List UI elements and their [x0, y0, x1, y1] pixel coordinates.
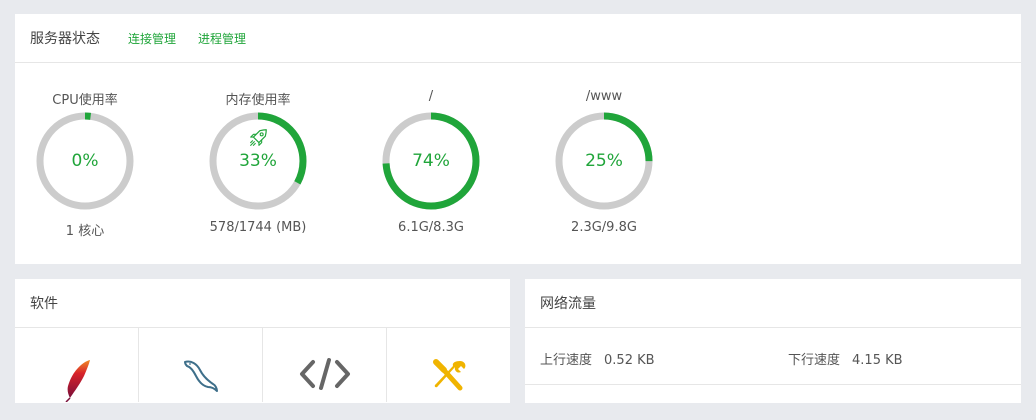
network-divider [525, 384, 1021, 385]
gauge-label: CPU使用率 [52, 93, 118, 108]
apache-feather-icon [64, 360, 90, 402]
software-panel: 软件 [15, 279, 510, 403]
upload-label: 上行速度 [540, 353, 593, 368]
software-grid [15, 328, 510, 402]
gauges-row: CPU使用率 0% 1 核心 内存使用率 33% 578/1744 (MB) /… [15, 63, 1021, 263]
upload-speed: 上行速度 0.52 KB [540, 349, 655, 368]
gauge-detail: 1 核心 [65, 224, 105, 239]
software-item-tools[interactable] [387, 328, 510, 402]
mysql-dolphin-icon [183, 360, 218, 392]
software-item-code[interactable] [263, 328, 387, 402]
gauge-label: 内存使用率 [225, 93, 291, 108]
gauge-detail: 578/1744 (MB) [209, 220, 307, 235]
upload-value: 0.52 KB [604, 353, 655, 368]
server-status-panel: 服务器状态 连接管理 进程管理 CPU使用率 0% 1 核心 内存使用率 33%… [15, 14, 1021, 264]
download-label: 下行速度 [788, 353, 841, 368]
connection-management-link[interactable]: 连接管理 [128, 30, 176, 47]
code-brackets-icon [299, 358, 350, 390]
process-management-link[interactable]: 进程管理 [198, 30, 246, 47]
gauge-detail: 2.3G/9.8G [571, 220, 637, 235]
tools-icon [432, 359, 465, 391]
gauge-label: /www [585, 89, 623, 104]
network-title: 网络流量 [540, 296, 596, 312]
gauge-label: / [428, 89, 434, 104]
network-traffic-panel: 网络流量 上行速度 0.52 KB 下行速度 4.15 KB [525, 279, 1021, 403]
software-title: 软件 [30, 296, 58, 312]
software-item-apache[interactable] [15, 328, 139, 402]
gauge-detail: 6.1G/8.3G [398, 220, 464, 235]
download-value: 4.15 KB [852, 353, 903, 368]
software-header: 软件 [15, 279, 510, 328]
software-item-mysql[interactable] [139, 328, 263, 402]
gauge-value: 33% [239, 151, 277, 171]
gauge-value: 74% [412, 151, 450, 171]
network-header: 网络流量 [525, 279, 1021, 328]
download-speed: 下行速度 4.15 KB [788, 349, 903, 368]
server-status-title: 服务器状态 [30, 31, 100, 47]
gauge-value: 25% [585, 151, 623, 171]
server-status-header: 服务器状态 连接管理 进程管理 [15, 14, 1021, 63]
gauge-value: 0% [71, 151, 99, 171]
